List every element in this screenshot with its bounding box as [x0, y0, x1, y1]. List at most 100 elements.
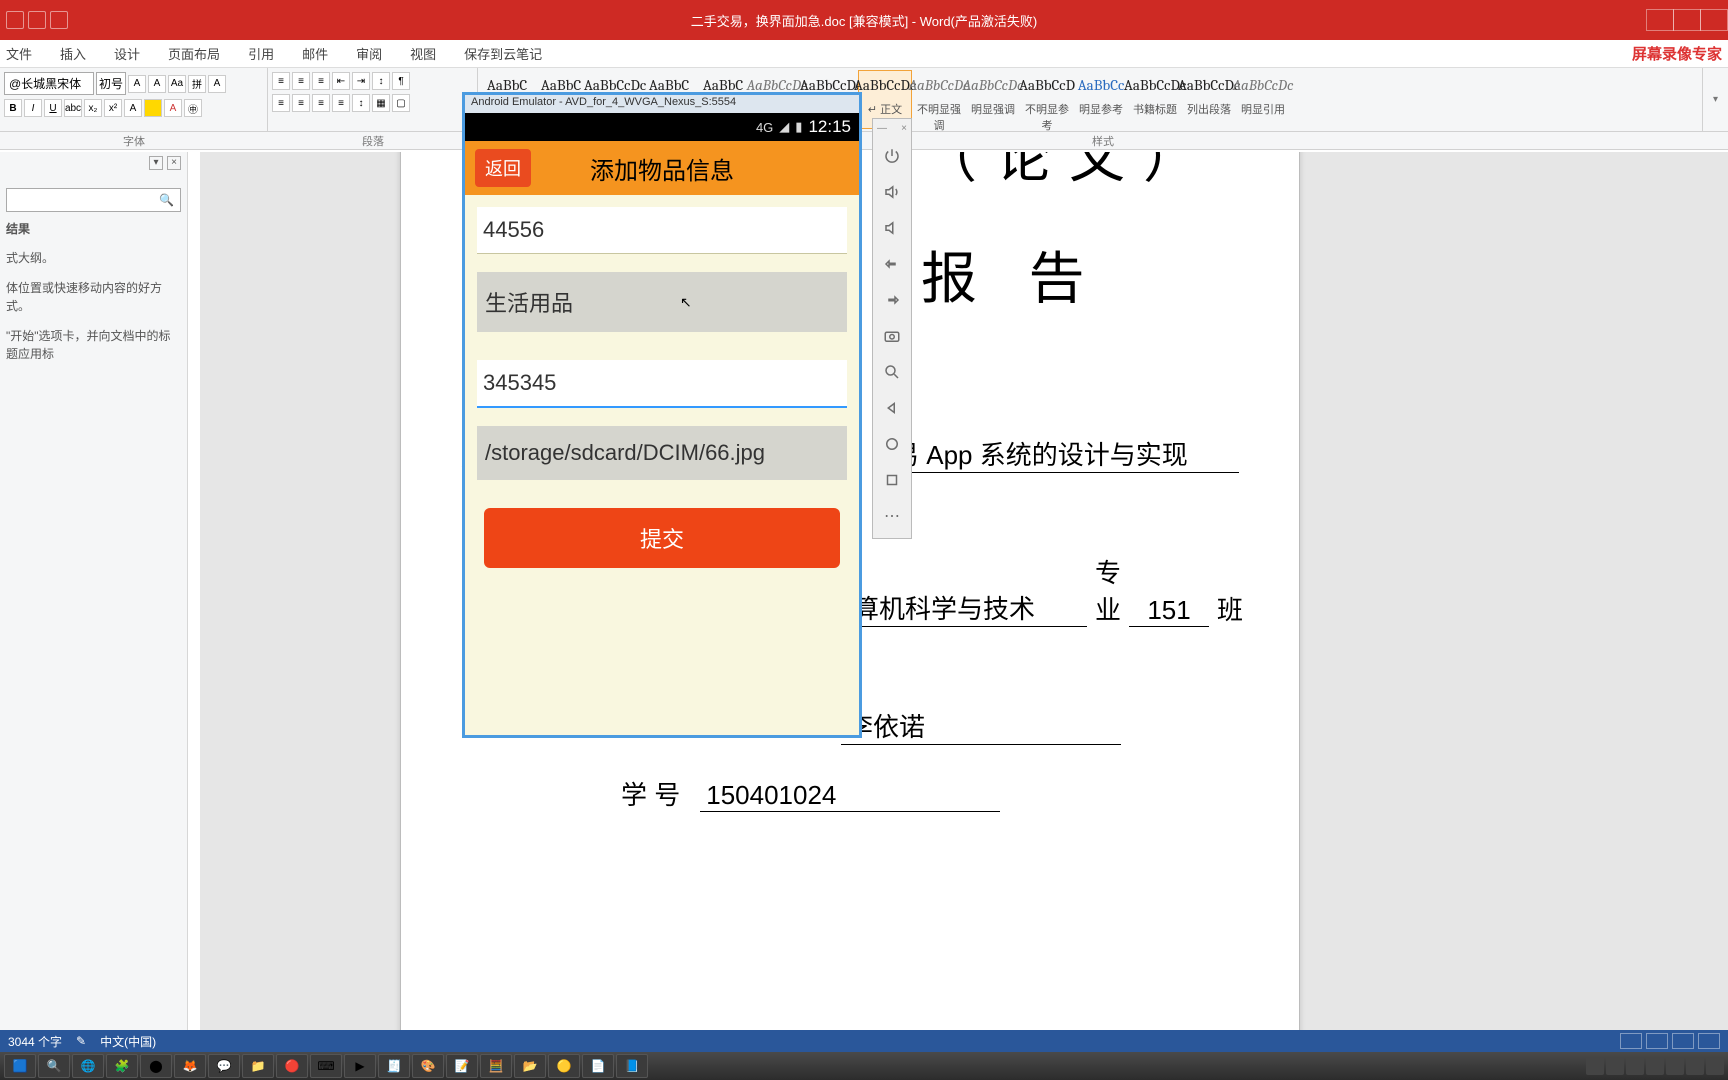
bullets-button[interactable]: ≡: [272, 72, 290, 90]
shrink-font-button[interactable]: A: [148, 75, 166, 93]
taskbar-app[interactable]: 🦊: [174, 1054, 206, 1078]
android-home-icon[interactable]: [878, 430, 906, 458]
tab-layout[interactable]: 页面布局: [168, 44, 220, 63]
taskbar-app[interactable]: 🧩: [106, 1054, 138, 1078]
volume-up-icon[interactable]: [878, 178, 906, 206]
view-read-button[interactable]: [1620, 1033, 1642, 1049]
nav-dropdown-icon[interactable]: ▾: [149, 156, 163, 170]
help-button[interactable]: [1646, 9, 1674, 31]
minimize-button[interactable]: [1700, 9, 1728, 31]
sort-button[interactable]: ↕: [372, 72, 390, 90]
rotate-right-icon[interactable]: [878, 286, 906, 314]
line-spacing-button[interactable]: ↕: [352, 94, 370, 112]
increase-indent-button[interactable]: ⇥: [352, 72, 370, 90]
emu-minimize-icon[interactable]: —: [877, 123, 887, 134]
image-path-select[interactable]: /storage/sdcard/DCIM/66.jpg: [477, 426, 847, 480]
tray-icon[interactable]: [1646, 1057, 1664, 1075]
taskbar-app[interactable]: ⬤: [140, 1054, 172, 1078]
taskbar-app[interactable]: ⌨: [310, 1054, 342, 1078]
android-back-icon[interactable]: [878, 394, 906, 422]
underline-button[interactable]: U: [44, 99, 62, 117]
phonetic-button[interactable]: 拼: [188, 75, 206, 93]
tray-icon[interactable]: [1626, 1057, 1644, 1075]
shading-button[interactable]: ▦: [372, 94, 390, 112]
taskbar-app[interactable]: 🧾: [378, 1054, 410, 1078]
nav-close-icon[interactable]: ×: [167, 156, 181, 170]
submit-button[interactable]: 提交: [484, 508, 839, 568]
decrease-indent-button[interactable]: ⇤: [332, 72, 350, 90]
bold-button[interactable]: B: [4, 99, 22, 117]
camera-icon[interactable]: [878, 322, 906, 350]
zoom-icon[interactable]: [878, 358, 906, 386]
language-label[interactable]: 中文(中国): [100, 1033, 156, 1050]
rotate-left-icon[interactable]: [878, 250, 906, 278]
system-tray[interactable]: [1586, 1057, 1724, 1075]
subscript-button[interactable]: x₂: [84, 99, 102, 117]
tab-cloud[interactable]: 保存到云笔记: [464, 44, 542, 63]
align-center-button[interactable]: ≡: [292, 94, 310, 112]
word-count-label[interactable]: 3044 个字: [8, 1033, 62, 1050]
styles-expand[interactable]: ▾: [1702, 68, 1728, 131]
taskbar-app[interactable]: 🧮: [480, 1054, 512, 1078]
tray-icon[interactable]: [1586, 1057, 1604, 1075]
volume-down-icon[interactable]: [878, 214, 906, 242]
borders-button[interactable]: ▢: [392, 94, 410, 112]
enclose-button[interactable]: ㊥: [184, 99, 202, 117]
tab-file[interactable]: 文件: [6, 44, 32, 63]
show-marks-button[interactable]: ¶: [392, 72, 410, 90]
font-color-button[interactable]: A: [164, 99, 182, 117]
power-icon[interactable]: [878, 142, 906, 170]
price-input[interactable]: 345345: [477, 360, 847, 408]
tab-insert[interactable]: 插入: [60, 44, 86, 63]
tab-design[interactable]: 设计: [114, 44, 140, 63]
back-button[interactable]: 返回: [475, 149, 531, 187]
taskbar-app[interactable]: 🎨: [412, 1054, 444, 1078]
view-print-button[interactable]: [1646, 1033, 1668, 1049]
emulator-window[interactable]: Android Emulator - AVD_for_4_WVGA_Nexus_…: [462, 92, 862, 738]
taskbar-app[interactable]: 🔍: [38, 1054, 70, 1078]
zoom-slider[interactable]: [1698, 1033, 1720, 1049]
taskbar-app[interactable]: 🟡: [548, 1054, 580, 1078]
multilevel-button[interactable]: ≡: [312, 72, 330, 90]
qat-btn[interactable]: [50, 11, 68, 29]
highlight-button[interactable]: [144, 99, 162, 117]
taskbar-app[interactable]: 🔴: [276, 1054, 308, 1078]
taskbar-app[interactable]: 📁: [242, 1054, 274, 1078]
taskbar-app[interactable]: 💬: [208, 1054, 240, 1078]
align-left-button[interactable]: ≡: [272, 94, 290, 112]
numbering-button[interactable]: ≡: [292, 72, 310, 90]
taskbar-app[interactable]: 📝: [446, 1054, 478, 1078]
align-right-button[interactable]: ≡: [312, 94, 330, 112]
taskbar-app[interactable]: 🌐: [72, 1054, 104, 1078]
ribbon-collapse-button[interactable]: [1673, 9, 1701, 31]
tab-review[interactable]: 审阅: [356, 44, 382, 63]
tab-references[interactable]: 引用: [248, 44, 274, 63]
qat-btn[interactable]: [28, 11, 46, 29]
taskbar-app[interactable]: 📄: [582, 1054, 614, 1078]
taskbar-app[interactable]: 🟦: [4, 1054, 36, 1078]
taskbar-app[interactable]: 📘: [616, 1054, 648, 1078]
tray-icon[interactable]: [1706, 1057, 1724, 1075]
font-name-combo[interactable]: @长城黑宋体: [4, 72, 94, 95]
category-select[interactable]: 生活用品: [477, 272, 847, 332]
item-id-input[interactable]: 44556: [477, 207, 847, 254]
tab-mail[interactable]: 邮件: [302, 44, 328, 63]
taskbar-app[interactable]: 📂: [514, 1054, 546, 1078]
spell-check-icon[interactable]: ✎: [76, 1034, 86, 1048]
tray-icon[interactable]: [1686, 1057, 1704, 1075]
change-case-button[interactable]: Aa: [168, 75, 186, 93]
superscript-button[interactable]: x²: [104, 99, 122, 117]
font-size-combo[interactable]: 初号: [96, 72, 126, 95]
emu-close-icon[interactable]: ×: [901, 123, 907, 134]
tray-icon[interactable]: [1606, 1057, 1624, 1075]
taskbar-app[interactable]: ▶: [344, 1054, 376, 1078]
tab-view[interactable]: 视图: [410, 44, 436, 63]
grow-font-button[interactable]: A: [128, 75, 146, 93]
qat-btn[interactable]: [6, 11, 24, 29]
text-effects-button[interactable]: A: [124, 99, 142, 117]
italic-button[interactable]: I: [24, 99, 42, 117]
strike-button[interactable]: abc: [64, 99, 82, 117]
android-recents-icon[interactable]: [878, 466, 906, 494]
tray-icon[interactable]: [1666, 1057, 1684, 1075]
nav-search-input[interactable]: 🔍: [6, 188, 181, 212]
